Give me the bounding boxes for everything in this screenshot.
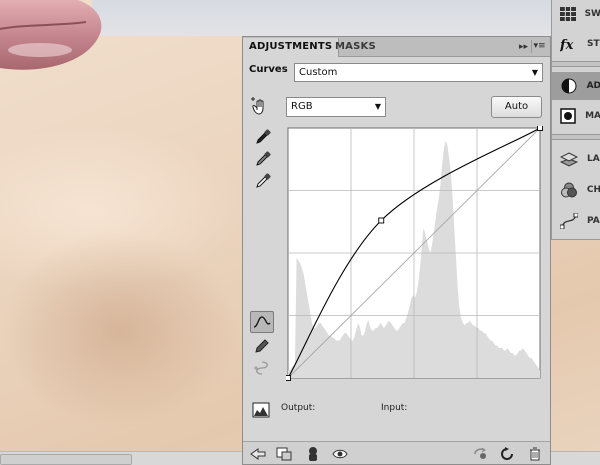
channel-value: RGB (291, 101, 313, 112)
status-bar-tab[interactable] (0, 454, 132, 465)
dock-separator (552, 134, 600, 140)
chevron-down-icon: ▼ (374, 102, 381, 111)
panel-footer-toolbar (243, 441, 550, 464)
dock-separator (552, 61, 600, 67)
canvas-background-strip (92, 0, 552, 36)
curve-point-tool-icon[interactable] (250, 311, 274, 333)
view-previous-state-icon[interactable] (472, 445, 490, 462)
panel-menu-icon[interactable]: ▾≡ (531, 40, 547, 53)
adjustments-panel: ADJUSTMENTS MASKS ▸▸ ▾≡ Curves Custom ▼ … (242, 36, 551, 465)
dock-item-layers[interactable]: LA (552, 145, 600, 173)
channel-dropdown[interactable]: RGB ▼ (286, 97, 386, 117)
dock-item-label: AD (586, 81, 600, 91)
back-arrow-icon[interactable] (249, 445, 267, 462)
visibility-eye-icon[interactable] (331, 445, 349, 462)
dock-item-swatches[interactable]: SW (552, 0, 600, 28)
dock-item-masks[interactable]: MA (552, 102, 600, 130)
layers-icon (558, 148, 580, 170)
clip-to-layer-icon[interactable] (304, 445, 322, 462)
gray-point-eyedropper-icon[interactable] (252, 148, 274, 170)
histogram-warning-icon[interactable] (251, 399, 273, 421)
on-image-adjust-icon[interactable] (249, 95, 271, 117)
dock-item-styles[interactable]: fx ST (552, 30, 600, 58)
smooth-curve-icon[interactable] (251, 357, 273, 379)
curves-graph[interactable] (285, 125, 544, 382)
delete-trash-icon[interactable] (526, 445, 544, 462)
paths-icon (558, 210, 580, 232)
expanded-view-icon[interactable] (275, 445, 293, 462)
panel-dock: SW fx ST AD MA LA CH PA (551, 0, 600, 240)
white-point-eyedropper-icon[interactable] (252, 170, 274, 192)
tab-adjustments[interactable]: ADJUSTMENTS (243, 38, 340, 57)
preset-dropdown[interactable]: Custom ▼ (294, 63, 543, 82)
masks-icon (558, 105, 578, 127)
curves-graph-svg[interactable] (285, 125, 544, 382)
reset-icon[interactable] (498, 445, 516, 462)
dock-item-label: LA (587, 154, 600, 164)
curve-control-point (537, 125, 543, 131)
styles-icon: fx (558, 33, 580, 55)
dock-item-label: ST (587, 39, 600, 49)
lips-image (0, 0, 102, 70)
channels-icon (558, 179, 580, 201)
collapse-panel-icon[interactable]: ▸▸ (519, 42, 528, 52)
chevron-down-icon: ▼ (531, 68, 538, 77)
output-label: Output: (281, 403, 316, 413)
dock-item-label: CH (586, 185, 600, 195)
preset-value: Custom (299, 67, 338, 78)
dock-item-channels[interactable]: CH (552, 176, 600, 204)
dock-item-label: MA (585, 111, 600, 121)
swatches-icon (558, 3, 578, 25)
curve-control-point (378, 217, 385, 224)
panel-tab-bar: ADJUSTMENTS MASKS ▸▸ ▾≡ (243, 37, 550, 57)
dock-item-label: SW (584, 9, 600, 19)
curve-control-point (285, 375, 291, 381)
svg-text:fx: fx (560, 38, 574, 52)
tab-masks[interactable]: MASKS (329, 38, 382, 57)
black-point-eyedropper-icon[interactable] (252, 126, 274, 148)
dock-item-adjustments[interactable]: AD (552, 72, 600, 100)
adjustment-title: Curves (249, 64, 288, 75)
input-label: Input: (381, 403, 408, 413)
dock-item-label: PA (587, 216, 600, 226)
auto-button[interactable]: Auto (491, 96, 542, 118)
adjustments-icon (558, 75, 580, 97)
pencil-tool-icon[interactable] (251, 335, 273, 357)
dock-item-paths[interactable]: PA (552, 207, 600, 235)
